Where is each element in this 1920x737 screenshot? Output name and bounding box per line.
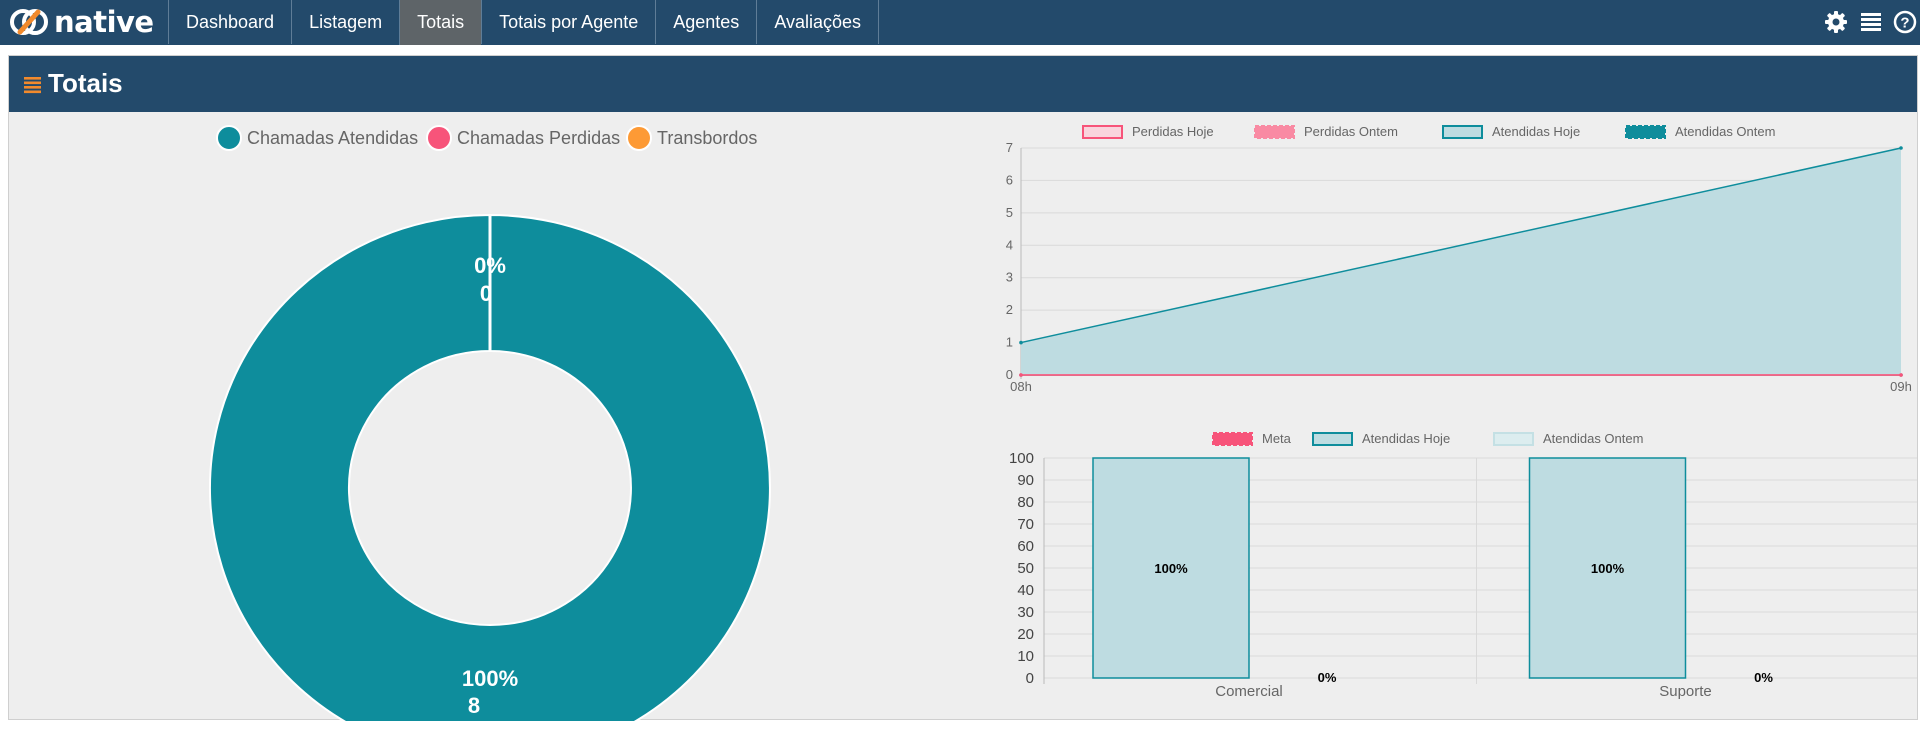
gear-icon[interactable] — [1824, 10, 1848, 34]
nav-avaliacoes[interactable]: Avaliações — [756, 0, 880, 44]
bar-ytick-label: 0 — [1026, 670, 1034, 687]
nav-listagem[interactable]: Listagem — [291, 0, 399, 44]
legend-swatch-perdidas-ontem — [1254, 125, 1295, 139]
list-icon[interactable] — [1860, 10, 1882, 34]
nav-agentes[interactable]: Agentes — [655, 0, 756, 44]
top-navbar: native Dashboard Listagem Totais Totais … — [0, 0, 1920, 45]
area-xtick-label: 09h — [1890, 379, 1912, 394]
area-point-atendidas-hoje[interactable] — [1899, 146, 1903, 150]
svg-text:8: 8 — [468, 693, 480, 718]
panel-header: Totais — [9, 56, 1917, 112]
legend-swatch-atendidas-hoje — [1442, 125, 1483, 139]
bar-ytick-label: 50 — [1017, 560, 1034, 577]
bar-ytick-label: 90 — [1017, 472, 1034, 489]
main-nav: Dashboard Listagem Totais Totais por Age… — [168, 0, 880, 45]
totais-panel: Totais Chamadas Atendidas Chamadas Perdi… — [8, 55, 1918, 721]
legend-label-perdidas: Chamadas Perdidas — [457, 128, 620, 148]
bar-ytick-label: 60 — [1017, 538, 1034, 555]
area-point-atendidas-hoje[interactable] — [1019, 340, 1023, 345]
area-ytick-label: 6 — [1006, 172, 1013, 187]
bar-data-label: 0% — [1318, 670, 1337, 685]
area-ytick-label: 1 — [1006, 335, 1013, 350]
legend-label-atendidas: Chamadas Atendidas — [247, 128, 418, 148]
legend-label-perdidas-hoje: Perdidas Hoje — [1132, 124, 1214, 139]
legend-swatch-bar-atendidas-ontem — [1493, 432, 1534, 446]
svg-text:0%: 0% — [474, 253, 506, 278]
doughnut-legend: Chamadas Atendidas Chamadas Perdidas Tra… — [216, 125, 757, 151]
svg-text:0: 0 — [480, 281, 492, 306]
legend-label-bar-atendidas-hoje: Atendidas Hoje — [1362, 431, 1450, 446]
doughnut-chart: Chamadas Atendidas Chamadas Perdidas Tra… — [208, 125, 771, 721]
bar-data-label: 100% — [1154, 561, 1188, 576]
area-legend: Perdidas Hoje Perdidas Ontem Atendidas H… — [1082, 124, 1775, 139]
legend-swatch-perdidas-hoje — [1082, 125, 1123, 139]
native-logo-icon — [10, 9, 48, 35]
area-ytick-label: 4 — [1006, 237, 1013, 252]
bar-category-label: Suporte — [1659, 683, 1712, 700]
legend-swatch-perdidas — [426, 125, 452, 151]
area-ytick-label: 3 — [1006, 270, 1013, 285]
department-bar-chart: Meta Atendidas Hoje Atendidas Ontem 0 10 2… — [1009, 431, 1917, 700]
bar-ytick-label: 30 — [1017, 604, 1034, 621]
bar-ytick-label: 20 — [1017, 626, 1034, 643]
help-icon[interactable]: ? — [1893, 10, 1917, 34]
nav-totais-por-agente[interactable]: Totais por Agente — [481, 0, 655, 44]
bar-ytick-label: 10 — [1017, 648, 1034, 665]
legend-label-atendidas-hoje: Atendidas Hoje — [1492, 124, 1580, 139]
bar-ytick-label: 40 — [1017, 582, 1034, 599]
brand-logo[interactable]: native — [10, 5, 154, 39]
legend-swatch-atendidas-ontem — [1625, 125, 1666, 139]
area-ytick-label: 5 — [1006, 205, 1013, 220]
bar-category-label: Comercial — [1215, 683, 1283, 700]
legend-swatch-transbordos — [626, 125, 652, 151]
bar-legend: Meta Atendidas Hoje Atendidas Ontem — [1212, 431, 1643, 446]
legend-label-bar-atendidas-ontem: Atendidas Ontem — [1543, 431, 1643, 446]
area-point-perdidas-hoje[interactable] — [1019, 373, 1023, 377]
legend-swatch-meta — [1212, 432, 1253, 446]
brand-name: native — [54, 5, 154, 39]
legend-label-perdidas-ontem: Perdidas Ontem — [1304, 124, 1398, 139]
bar-data-label: 0% — [1754, 670, 1773, 685]
legend-swatch-bar-atendidas-hoje — [1312, 432, 1353, 446]
bar-data-label: 100% — [1591, 561, 1625, 576]
list-icon — [24, 77, 41, 94]
bar-ytick-label: 100 — [1009, 450, 1034, 467]
bar-ytick-label: 70 — [1017, 516, 1034, 533]
legend-label-atendidas-ontem: Atendidas Ontem — [1675, 124, 1775, 139]
legend-label-meta: Meta — [1262, 431, 1292, 446]
hourly-area-chart: Perdidas Hoje Perdidas Ontem Atendidas H… — [1006, 124, 1912, 394]
area-xtick-label: 08h — [1010, 379, 1032, 394]
legend-swatch-atendidas — [216, 125, 242, 151]
area-point-perdidas-hoje[interactable] — [1899, 373, 1903, 377]
area-fill-atendidas-hoje — [1021, 148, 1901, 375]
svg-text:?: ? — [1900, 15, 1909, 32]
nav-dashboard[interactable]: Dashboard — [168, 0, 291, 44]
page-title: Totais — [48, 68, 123, 98]
area-ytick-label: 2 — [1006, 302, 1013, 317]
nav-totais[interactable]: Totais — [399, 0, 482, 45]
legend-label-transbordos: Transbordos — [657, 128, 757, 148]
svg-text:100%: 100% — [462, 666, 518, 691]
bar-ytick-label: 80 — [1017, 494, 1034, 511]
area-ytick-label: 7 — [1006, 140, 1013, 155]
